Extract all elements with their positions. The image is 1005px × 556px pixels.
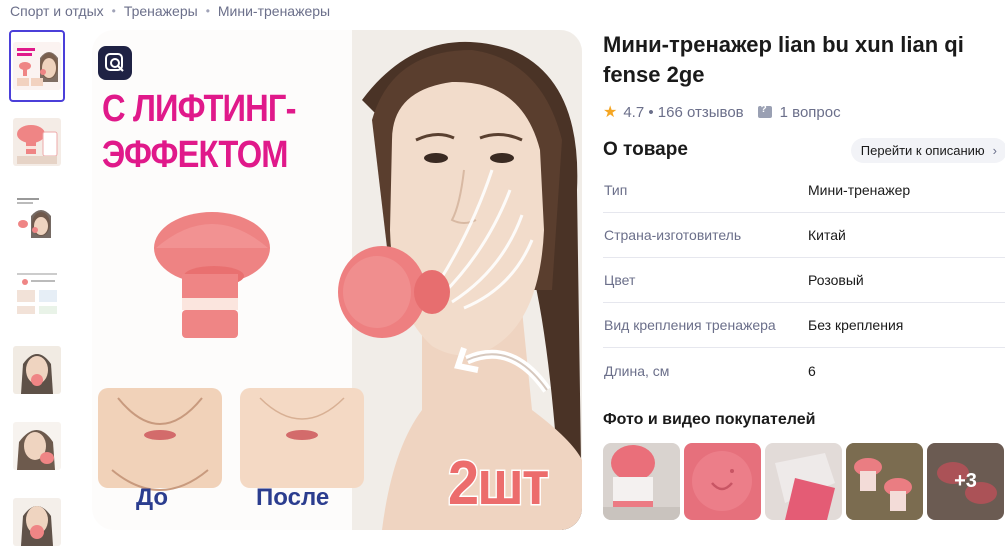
customer-photo-3[interactable] (765, 443, 842, 520)
customer-photo-1[interactable] (603, 443, 680, 520)
zoom-search-icon[interactable] (98, 46, 132, 80)
product-meta: ★ 4.7 • 166 отзывов 1 вопрос (603, 102, 1005, 122)
main-product-image[interactable]: С ЛИФТИНГ- ЭФФЕКТОМ До После 2шт (92, 30, 582, 530)
thumbnail-4[interactable] (9, 258, 65, 330)
customer-photo-5-more[interactable]: +3 (927, 443, 1004, 520)
thumbnail-2[interactable] (9, 106, 65, 178)
spec-value: 6 (808, 362, 816, 379)
spec-key: Страна-изготовитель (604, 227, 742, 243)
thumbnail-image (13, 42, 61, 90)
go-to-description-button[interactable]: Перейти к описанию › (850, 137, 1005, 163)
question-icon (757, 104, 772, 118)
breadcrumb-item-sport[interactable]: Спорт и отдых (10, 3, 104, 19)
thumbnail-image (13, 118, 61, 166)
spec-table: Тип Мини-тренажер Страна-изготовитель Ки… (603, 168, 1005, 393)
rating-value[interactable]: 4.7 • 166 отзывов (623, 104, 743, 121)
spec-value: Розовый (808, 272, 864, 288)
promo-title-line2: ЭФФЕКТОМ (102, 134, 289, 176)
label-quantity: 2шт (447, 448, 551, 520)
breadcrumb: Спорт и отдых • Тренажеры • Мини-тренаже… (10, 2, 330, 20)
spec-key: Длина, см (604, 362, 670, 379)
chevron-right-icon: › (992, 142, 997, 158)
thumbnail-3[interactable] (9, 182, 65, 254)
more-media-count: +3 (927, 443, 1004, 520)
about-title: О товаре (603, 139, 688, 160)
spec-row: Тип Мини-тренажер (603, 168, 1005, 213)
spec-row: Вид крепления тренажера Без крепления (603, 303, 1005, 348)
thumbnail-6[interactable] (9, 410, 65, 482)
breadcrumb-item-trainers[interactable]: Тренажеры (124, 3, 198, 19)
customer-photo-4[interactable] (846, 443, 923, 520)
product-info: Мини-тренажер lian bu xun lian qi fense … (603, 30, 1005, 520)
breadcrumb-separator: • (205, 4, 210, 18)
star-icon: ★ (603, 104, 618, 121)
label-after: После (256, 484, 330, 511)
product-title: Мини-тренажер lian bu xun lian qi fense … (603, 32, 964, 87)
thumbnail-5[interactable] (9, 334, 65, 406)
thumbnail-1[interactable] (9, 30, 65, 102)
thumbnail-image (13, 498, 61, 546)
thumbnail-7[interactable] (9, 486, 65, 556)
promo-title: С ЛИФТИНГ- ЭФФЕКТОМ (102, 86, 296, 178)
label-before: До (136, 484, 169, 511)
spec-row: Цвет Розовый (603, 258, 1005, 303)
questions-link[interactable]: 1 вопрос (780, 104, 841, 121)
breadcrumb-item-mini-trainers[interactable]: Мини-тренажеры (218, 3, 330, 19)
about-header: О товаре Перейти к описанию › (603, 136, 1005, 164)
promo-title-line1: С ЛИФТИНГ- (102, 88, 296, 130)
customer-photo-2[interactable] (684, 443, 761, 520)
spec-key: Вид крепления тренажера (604, 317, 776, 333)
thumbnail-image (13, 346, 61, 394)
go-to-description-label: Перейти к описанию (860, 142, 985, 158)
thumbnail-image (13, 194, 61, 242)
spec-value: Без крепления (808, 317, 904, 333)
spec-row: Длина, см 6 (603, 348, 1005, 393)
spec-value: Мини-тренажер (808, 182, 911, 198)
customer-media-grid: +3 (603, 443, 1005, 520)
breadcrumb-separator: • (111, 4, 116, 18)
spec-row: Страна-изготовитель Китай (603, 213, 1005, 258)
spec-key: Цвет (604, 272, 636, 288)
thumbnail-image (13, 422, 61, 470)
spec-key: Тип (604, 182, 628, 198)
thumbnail-list (9, 30, 65, 556)
customer-media-title: Фото и видео покупателей (603, 411, 816, 428)
thumbnail-image (13, 270, 61, 318)
spec-value: Китай (808, 227, 846, 243)
